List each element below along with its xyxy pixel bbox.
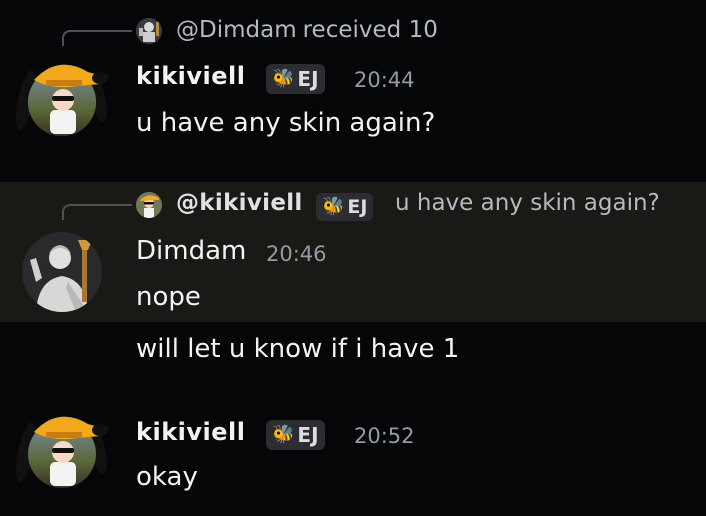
avatar-dimdam[interactable]	[22, 232, 102, 312]
guild-tag-label: EJ	[297, 67, 319, 91]
timestamp[interactable]: 20:46	[266, 242, 327, 266]
reply-avatar-dimdam[interactable]	[136, 18, 162, 44]
chat-log: @Dimdam received 10 kikiviell 🐝 EJ 20:44…	[0, 0, 706, 516]
bee-icon: 🐝	[272, 68, 295, 89]
reply-guild-tag-label: EJ	[347, 196, 368, 218]
author-name[interactable]: kikiviell	[136, 418, 245, 446]
message-text: okay	[136, 462, 198, 492]
reply-guild-tag[interactable]: 🐝 EJ	[316, 193, 374, 221]
reply-mention[interactable]: @kikiviell	[176, 190, 303, 216]
reply-snippet: u have any skin again?	[395, 190, 660, 216]
author-name[interactable]: Dimdam	[136, 236, 246, 266]
author-name[interactable]: kikiviell	[136, 62, 245, 90]
avatar-kikiviell[interactable]	[15, 50, 108, 136]
reply-preview[interactable]: @kikiviell	[176, 190, 303, 216]
message-text: nope	[136, 282, 201, 312]
guild-tag[interactable]: 🐝 EJ	[266, 420, 325, 450]
reply-connector	[62, 204, 132, 220]
reply-snippet-wrap[interactable]: u have any skin again?	[395, 190, 660, 216]
message-text: u have any skin again?	[136, 108, 436, 138]
timestamp[interactable]: 20:52	[354, 424, 415, 448]
avatar-kikiviell[interactable]	[15, 402, 108, 488]
reply-preview[interactable]: @Dimdam received 10	[176, 17, 438, 43]
reply-avatar-kikiviell[interactable]	[136, 192, 162, 218]
guild-tag[interactable]: 🐝 EJ	[266, 64, 325, 94]
reply-mention[interactable]: @Dimdam	[176, 17, 297, 43]
message-text: will let u know if i have 1	[136, 334, 460, 364]
reply-connector	[62, 30, 132, 46]
timestamp[interactable]: 20:44	[354, 68, 415, 92]
bee-icon: 🐝	[272, 424, 295, 445]
reply-snippet: received 10	[302, 17, 438, 43]
guild-tag-label: EJ	[297, 423, 319, 447]
bee-icon: 🐝	[322, 196, 345, 217]
